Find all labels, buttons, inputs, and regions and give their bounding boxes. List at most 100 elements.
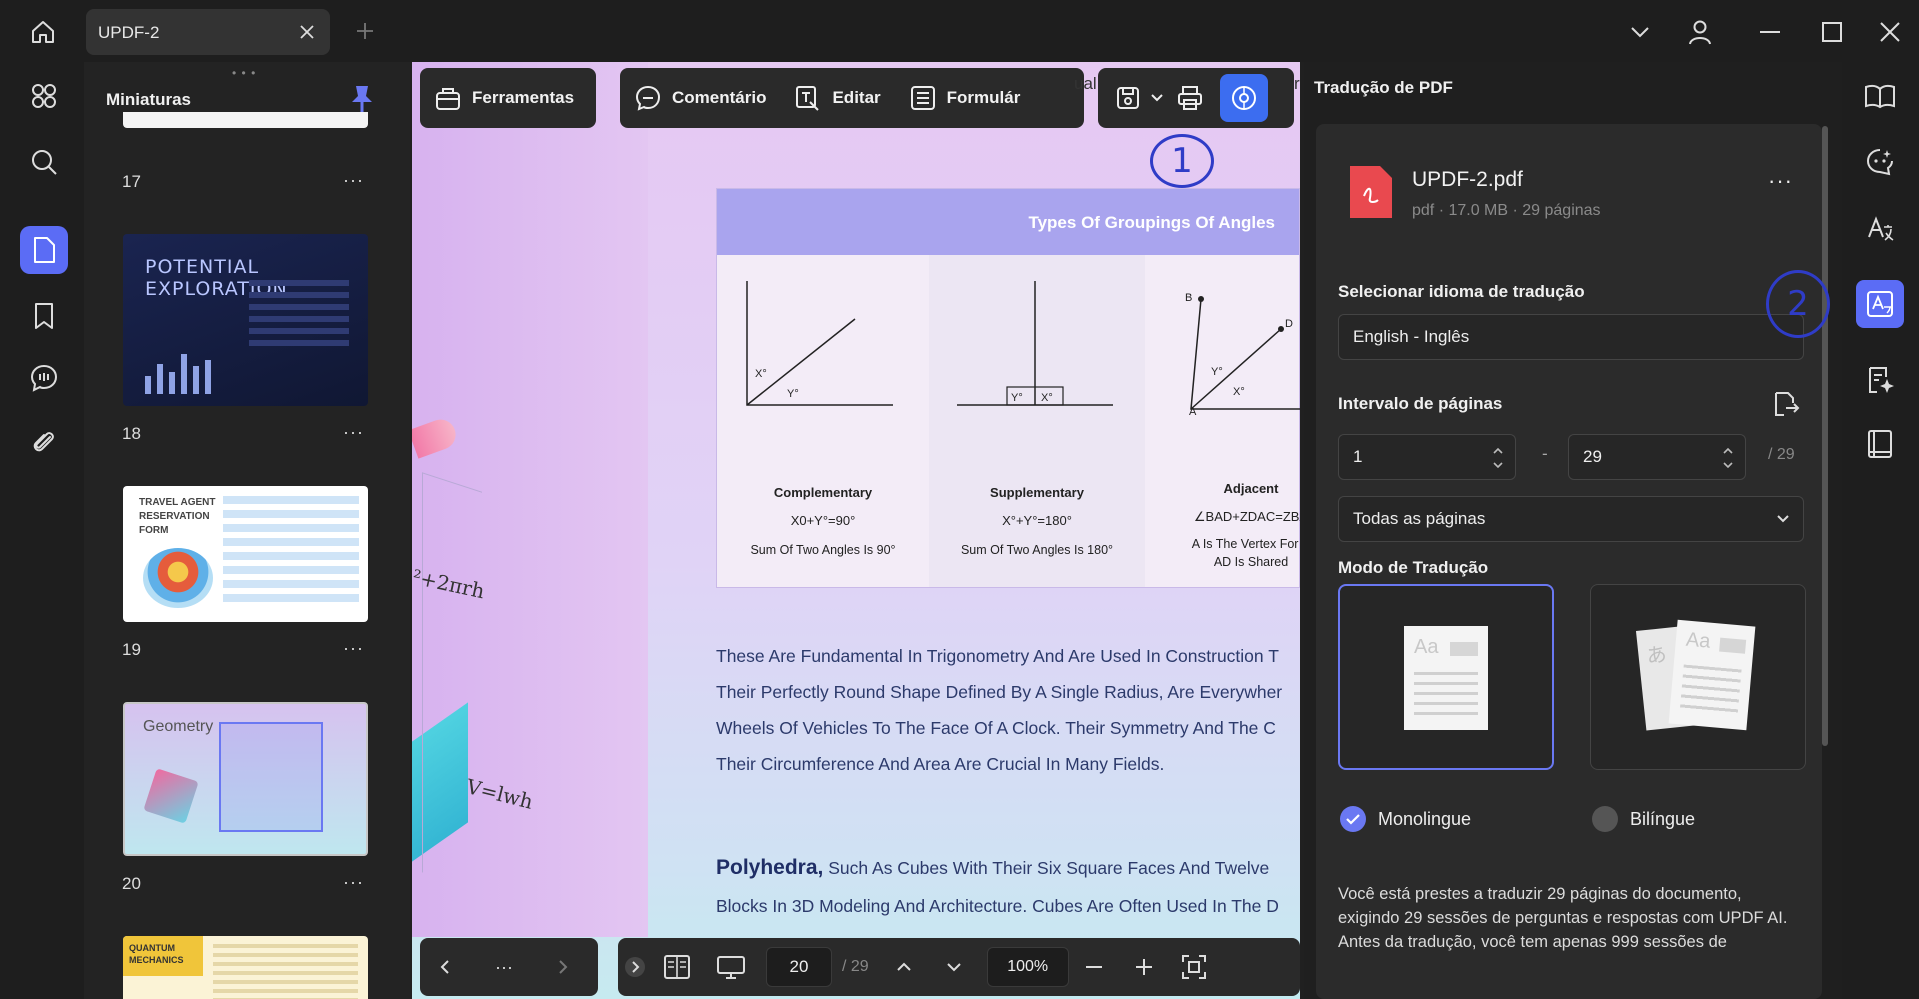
document-tab[interactable]: UPDF-2	[86, 9, 330, 55]
edit-label: Editar	[832, 88, 881, 107]
column-name: Adjacent	[1223, 481, 1279, 496]
tools-label: Ferramentas	[472, 88, 575, 107]
thumbnail-shape	[143, 768, 199, 824]
maximize-button[interactable]	[1812, 14, 1852, 50]
polyhedra-line: Polyhedra, Such As Cubes With Their Six …	[716, 856, 1269, 880]
minimize-icon	[1760, 31, 1780, 33]
attachments-button[interactable]	[20, 418, 68, 466]
ocr-button[interactable]	[1856, 204, 1904, 252]
previous-page-button[interactable]	[879, 938, 929, 996]
mode-label: Modo de Tradução	[1338, 558, 1489, 577]
radio-unchecked[interactable]	[1592, 806, 1618, 832]
next-button[interactable]	[538, 938, 588, 996]
thumbnail-viewport-box[interactable]	[219, 722, 323, 832]
current-page-input[interactable]: 20	[766, 947, 832, 987]
zoom-in-button[interactable]	[1119, 938, 1169, 996]
previous-button[interactable]	[420, 938, 470, 996]
translate-pdf-button[interactable]	[1856, 280, 1904, 328]
bookmarks-button[interactable]	[20, 292, 68, 340]
summarize-button[interactable]	[1856, 356, 1904, 404]
thumbnail-more-button[interactable]: ···	[343, 422, 364, 443]
zoom-level-field[interactable]: 100%	[986, 947, 1069, 987]
bilingual-card[interactable]: あ Aa	[1590, 584, 1806, 770]
file-more-button[interactable]: ···	[1768, 168, 1793, 194]
form-button[interactable]: Formulár	[895, 68, 1035, 128]
fit-page-button[interactable]	[1169, 938, 1219, 996]
edit-icon	[794, 84, 822, 112]
bilingual-option[interactable]: Bilíngue	[1592, 806, 1695, 832]
minimize-button[interactable]	[1750, 14, 1790, 50]
thumbnails-button[interactable]	[20, 226, 68, 274]
zoom-out-button[interactable]	[1069, 938, 1119, 996]
supplementary-diagram: Y° X°	[957, 281, 1113, 406]
tools-button[interactable]: Ferramentas	[420, 68, 588, 128]
stepper-icon[interactable]	[1491, 443, 1505, 473]
radio-checked[interactable]	[1340, 806, 1366, 832]
page-partial-text: r	[1294, 74, 1300, 93]
collapse-toolbar-button[interactable]	[618, 938, 652, 996]
monolingual-option[interactable]: Monolingue	[1340, 806, 1471, 832]
page-thumbnail-18[interactable]: POTENTIAL EXPLORATION	[123, 234, 368, 406]
language-select[interactable]: English - Inglês	[1338, 314, 1804, 360]
thumbnail-heading-line: QUANTUM	[129, 943, 175, 953]
home-button[interactable]	[22, 14, 64, 50]
comments-list-button[interactable]	[20, 354, 68, 402]
print-button[interactable]	[1166, 68, 1214, 128]
range-to-input[interactable]: 29	[1568, 434, 1746, 480]
reader-button[interactable]	[1856, 72, 1904, 120]
organize-pages-button[interactable]	[20, 72, 68, 120]
card-image-block	[1719, 637, 1747, 654]
thumbnail-more-button[interactable]: ···	[343, 638, 364, 659]
save-button[interactable]	[1098, 68, 1148, 128]
panel-grip[interactable]: • • •	[232, 66, 256, 80]
range-from-input[interactable]: 1	[1338, 434, 1516, 480]
file-meta: pdf · 17.0 MB · 29 páginas	[1412, 202, 1601, 219]
translation-panel: Tradução de PDF UPDF-2.pdf pdf · 17.0 MB…	[1304, 62, 1842, 999]
account-button[interactable]	[1680, 14, 1720, 50]
next-page-button[interactable]	[929, 938, 979, 996]
range-from-value: 1	[1353, 447, 1363, 466]
save-options-button[interactable]	[1148, 68, 1166, 128]
page-thumbnail-20[interactable]: Geometry	[123, 702, 368, 856]
ai-assistant-icon	[1232, 86, 1256, 110]
complementary-diagram: X° Y°	[746, 281, 893, 406]
page-thumbnail-17[interactable]	[123, 112, 368, 128]
column-name: Supplementary	[990, 485, 1084, 500]
swap-range-button[interactable]	[1772, 390, 1800, 418]
thumbnail-label: 17	[122, 172, 141, 191]
search-button[interactable]	[20, 138, 68, 186]
page-layout-button[interactable]	[652, 938, 702, 996]
app-window: UPDF-2 • • • Miniaturas 17 ··· POTENTIAL…	[0, 0, 1919, 999]
thumbnail-more-button[interactable]: ···	[343, 170, 364, 191]
updf-ai-button[interactable]	[1220, 74, 1268, 122]
plus-icon	[357, 23, 373, 39]
more-nav-button[interactable]: ···	[470, 938, 538, 996]
panel-scrollbar[interactable]	[1822, 126, 1828, 746]
page-thumbnail-19[interactable]: TRAVEL AGENT RESERVATION FORM	[123, 486, 368, 622]
column-formula: ∠BAD+ZDAC=ZBA	[1193, 509, 1300, 524]
new-tab-button[interactable]	[352, 18, 378, 44]
edit-button[interactable]: Editar	[780, 68, 894, 128]
paragraph-line: Wheels Of Vehicles To The Face Of A Cloc…	[716, 718, 1276, 738]
thumbnail-more-button[interactable]: ···	[343, 872, 364, 893]
monolingual-card[interactable]: Aa	[1338, 584, 1554, 770]
ai-chat-button[interactable]	[1856, 138, 1904, 186]
checkmark-icon	[1346, 814, 1360, 825]
close-window-button[interactable]	[1870, 14, 1910, 50]
stepper-icon[interactable]	[1721, 443, 1735, 473]
book-open-icon	[1865, 84, 1895, 109]
card-aa-text: Aa	[1685, 628, 1712, 653]
column-description: Sum Of Two Angles Is 180°	[960, 543, 1114, 557]
pin-panel-button[interactable]	[350, 84, 378, 114]
comment-button[interactable]: Comentário	[620, 68, 780, 128]
monolingual-page-illustration: Aa	[1404, 626, 1488, 730]
chevron-down-icon	[1631, 27, 1649, 38]
presentation-button[interactable]	[702, 938, 760, 996]
close-tab-button[interactable]	[294, 19, 320, 45]
chevron-left-icon	[440, 960, 449, 974]
dropdown-button[interactable]	[1620, 14, 1660, 50]
side-panel-button[interactable]	[1856, 420, 1904, 468]
pages-select[interactable]: Todas as páginas	[1338, 496, 1804, 542]
page-thumbnail-21[interactable]: QUANTUM MECHANICS	[123, 936, 368, 999]
paragraph-line: Their Perfectly Round Shape Defined By A…	[716, 682, 1283, 702]
